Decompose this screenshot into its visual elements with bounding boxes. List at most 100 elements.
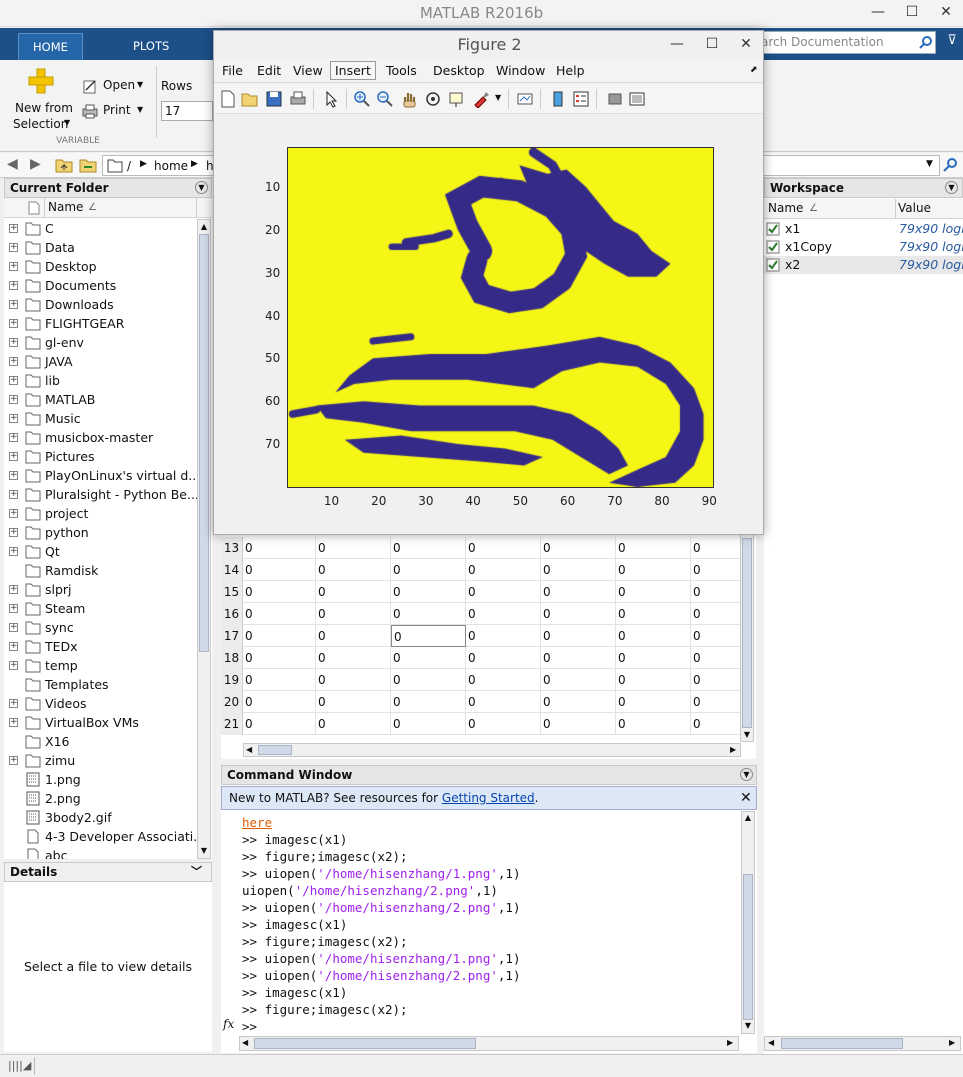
table-cell[interactable]: 0 — [691, 669, 741, 691]
expand-icon[interactable]: + — [9, 756, 18, 765]
table-cell[interactable]: 0 — [391, 713, 466, 735]
chevron-down-icon[interactable]: ▼ — [926, 159, 933, 169]
open-button[interactable]: Open ▼ — [82, 77, 152, 95]
open-file-icon[interactable] — [241, 90, 259, 108]
scroll-down-icon[interactable]: ▼ — [198, 846, 210, 855]
rotate-3d-icon[interactable] — [424, 90, 442, 108]
table-cell[interactable]: 0 — [466, 691, 541, 713]
folder-list-item[interactable]: X16 — [4, 732, 200, 751]
table-cell[interactable]: 0 — [391, 537, 466, 559]
table-cell[interactable]: 0 — [391, 603, 466, 625]
legend-icon[interactable] — [572, 90, 590, 108]
path-part-home[interactable]: home — [154, 159, 188, 173]
expand-icon[interactable]: + — [9, 661, 18, 670]
folder-list-item[interactable]: + FLIGHTGEAR — [4, 314, 200, 333]
expand-icon[interactable]: + — [9, 585, 18, 594]
table-cell[interactable]: 0 — [616, 647, 691, 669]
table-cell[interactable]: 0 — [316, 625, 391, 647]
scroll-right-icon[interactable]: ▶ — [730, 745, 736, 754]
table-cell[interactable]: 0 — [316, 691, 391, 713]
help-icon[interactable]: ⊽ — [943, 33, 961, 51]
table-cell[interactable]: 0 — [466, 713, 541, 735]
menu-file[interactable]: File — [222, 63, 243, 78]
panel-menu-icon[interactable]: ▼ — [195, 181, 208, 194]
folder-list-item[interactable]: + Qt — [4, 542, 200, 561]
menu-window[interactable]: Window — [496, 63, 545, 78]
table-cell[interactable]: 0 — [541, 581, 616, 603]
row-number[interactable]: 14 — [221, 559, 243, 581]
folder-list-item[interactable]: + Pictures — [4, 447, 200, 466]
scroll-thumb[interactable] — [199, 234, 209, 652]
scroll-left-icon[interactable]: ◀ — [242, 1038, 248, 1047]
folder-list-item[interactable]: + temp — [4, 656, 200, 675]
value-column-header[interactable]: Value — [898, 199, 931, 218]
folder-list-item[interactable]: + sync — [4, 618, 200, 637]
expand-icon[interactable]: + — [9, 376, 18, 385]
documentation-search-input[interactable]: arch Documentation — [754, 31, 936, 54]
close-icon[interactable]: ✕ — [736, 36, 756, 54]
command-prompt[interactable]: >> — [242, 1018, 265, 1035]
table-cell[interactable]: 0 — [316, 537, 391, 559]
menu-edit[interactable]: Edit — [257, 63, 281, 78]
table-cell[interactable]: 0 — [541, 559, 616, 581]
workspace-variable-row[interactable]: x1Copy 79x90 logic — [764, 238, 963, 256]
command-hscrollbar[interactable]: ◀ ▶ — [239, 1036, 739, 1051]
table-cell[interactable]: 0 — [691, 559, 741, 581]
minimize-icon[interactable]: — — [868, 4, 888, 22]
table-cell[interactable]: 0 — [466, 625, 541, 647]
panel-menu-icon[interactable]: ▼ — [945, 181, 958, 194]
scroll-left-icon[interactable]: ◀ — [246, 745, 252, 754]
folder-list-item[interactable]: + TEDx — [4, 637, 200, 656]
table-cell[interactable]: 0 — [541, 603, 616, 625]
tab-home[interactable]: HOME — [18, 33, 83, 60]
scroll-left-icon[interactable]: ◀ — [768, 1038, 774, 1047]
table-cell[interactable]: 0 — [316, 647, 391, 669]
table-cell[interactable]: 0 — [541, 713, 616, 735]
folder-list-item[interactable]: + VirtualBox VMs — [4, 713, 200, 732]
table-cell[interactable]: 0 — [391, 581, 466, 603]
scroll-down-icon[interactable]: ▼ — [742, 1021, 754, 1030]
name-column-header[interactable]: Name — [768, 199, 803, 218]
new-figure-icon[interactable] — [219, 90, 237, 108]
expand-icon[interactable]: + — [9, 281, 18, 290]
table-cell[interactable]: 0 — [391, 559, 466, 581]
menu-view[interactable]: View — [293, 63, 323, 78]
folder-list-item[interactable]: + JAVA — [4, 352, 200, 371]
expand-icon[interactable]: + — [9, 623, 18, 632]
expand-icon[interactable]: + — [9, 699, 18, 708]
table-cell[interactable]: 0 — [691, 537, 741, 559]
up-folder-icon[interactable] — [55, 157, 73, 173]
folder-list-item[interactable]: abc — [4, 846, 200, 859]
expand-icon[interactable]: + — [9, 395, 18, 404]
expand-icon[interactable]: + — [9, 718, 18, 727]
path-part-root[interactable]: / — [127, 159, 131, 173]
table-cell[interactable]: 0 — [466, 537, 541, 559]
table-cell[interactable]: 0 — [691, 581, 741, 603]
row-number[interactable]: 18 — [221, 647, 243, 669]
table-cell[interactable]: 0 — [616, 581, 691, 603]
table-cell[interactable]: 0 — [316, 581, 391, 603]
folder-list-item[interactable]: + zimu — [4, 751, 200, 770]
expand-icon[interactable]: + — [9, 262, 18, 271]
row-number[interactable]: 13 — [221, 537, 243, 559]
scroll-up-icon[interactable]: ▲ — [742, 813, 754, 822]
expand-icon[interactable]: + — [9, 414, 18, 423]
command-vscrollbar[interactable]: ▲ ▼ — [741, 811, 755, 1034]
row-number[interactable]: 15 — [221, 581, 243, 603]
command-output[interactable]: here >> imagesc(x1) >> figure;imagesc(x2)… — [221, 811, 741, 1036]
folder-list-item[interactable]: 3body2.gif — [4, 808, 200, 827]
details-header[interactable]: Details ﹀ — [4, 862, 212, 882]
workspace-variable-row[interactable]: x1 79x90 logic — [764, 220, 963, 238]
menu-help[interactable]: Help — [556, 63, 585, 78]
colorbar-icon[interactable] — [549, 90, 567, 108]
rows-input[interactable]: 17 — [161, 101, 213, 121]
workspace-hscrollbar[interactable]: ◀ ▶ — [764, 1036, 961, 1051]
data-cursor-icon[interactable] — [448, 90, 466, 108]
maximize-icon[interactable]: ☐ — [702, 36, 722, 54]
table-cell[interactable]: 0 — [691, 625, 741, 647]
folder-list-item[interactable]: + lib — [4, 371, 200, 390]
hide-plot-tools-icon[interactable] — [606, 90, 624, 108]
folder-list-item[interactable]: + Videos — [4, 694, 200, 713]
row-number[interactable]: 21 — [221, 713, 243, 735]
chevron-down-icon[interactable]: ﹀ — [191, 863, 202, 881]
